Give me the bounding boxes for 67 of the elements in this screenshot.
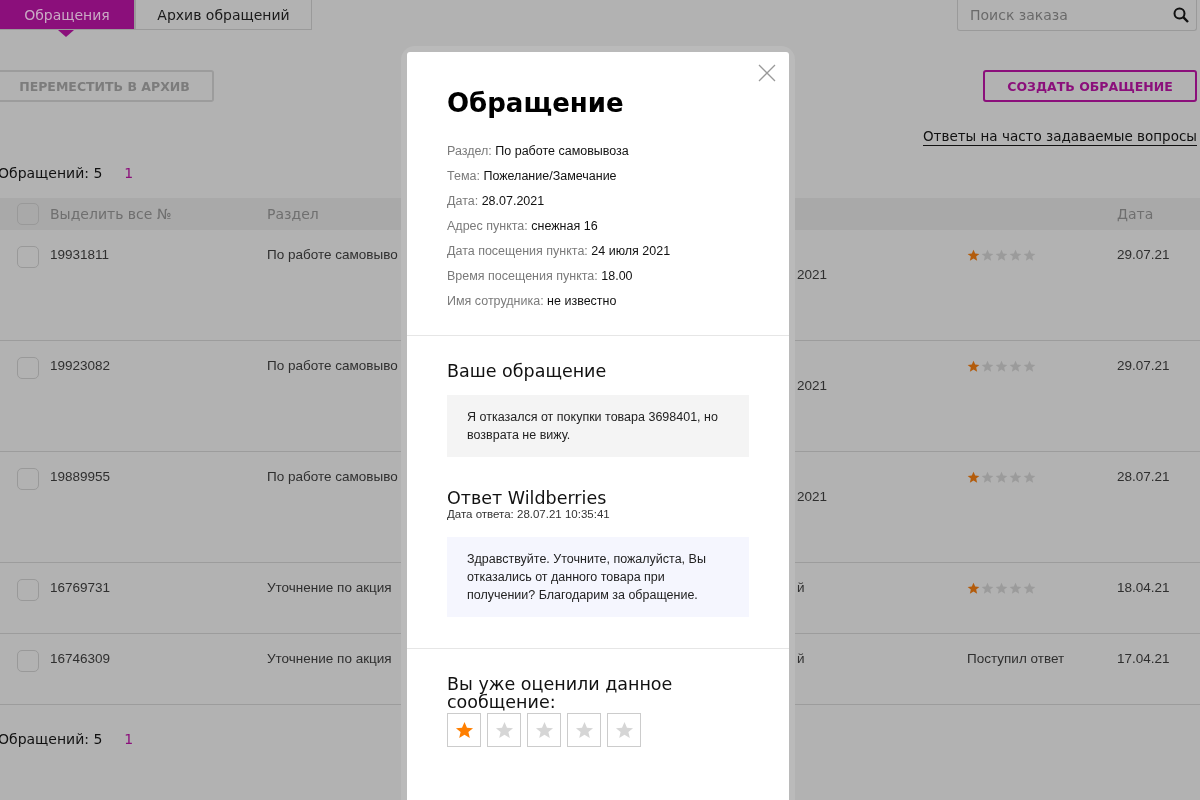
star-icon (454, 720, 474, 740)
detail-line: Тема: Пожелание/Замечание (447, 168, 618, 185)
table-cell-text: Уточнение по акция (267, 579, 393, 597)
rating-star-button[interactable] (487, 713, 521, 747)
row-checkbox[interactable] (17, 357, 39, 379)
detail-line: Раздел: По работе самовывоза (447, 143, 630, 160)
rating-star-button[interactable] (607, 713, 641, 747)
row-checkbox[interactable] (17, 468, 39, 490)
star-icon (967, 249, 980, 262)
detail-line: Время посещения пункта: 18.00 (447, 268, 634, 285)
close-icon (758, 64, 776, 82)
detail-line: Адрес пункта: снежная 16 (447, 218, 599, 235)
detail-line: Имя сотрудника: не известно (447, 293, 618, 310)
close-button[interactable] (757, 64, 777, 84)
detail-line: Дата: 28.07.2021 (447, 193, 546, 210)
tab-pointer (58, 30, 74, 37)
request-message: Я отказался от покупки товара 3698401, но возврата не вижу. (447, 395, 749, 457)
table-cell-text: 19889955 (50, 468, 112, 486)
reply-date: Дата ответа: 28.07.21 10:35:41 (447, 508, 611, 521)
column-header: Раздел (267, 206, 320, 222)
page-link[interactable]: 1 (124, 165, 134, 181)
table-cell-text: 2021 (797, 266, 829, 284)
dialog-title: Обращение (447, 87, 625, 118)
star-icon (574, 720, 594, 740)
rating-star-button[interactable] (527, 713, 561, 747)
page-link[interactable]: 1 (124, 731, 134, 747)
table-cell-text: 16769731 (50, 579, 112, 597)
table-cell-text: 19923082 (50, 357, 112, 375)
table-cell-text: 19931811 (50, 246, 111, 264)
search-icon[interactable] (1173, 7, 1189, 23)
table-cell-text: 18.04.21 (1117, 579, 1171, 597)
row-checkbox[interactable] (17, 246, 39, 268)
star-icon (534, 720, 554, 740)
faq-link[interactable]: Ответы на часто задаваемые вопросы (922, 128, 1197, 146)
table-cell: По работе самовыво (267, 357, 397, 375)
row-checkbox[interactable] (17, 579, 39, 601)
star-icon (494, 720, 514, 740)
search-field[interactable]: Поиск заказа (957, 0, 1197, 31)
row-checkbox[interactable] (17, 650, 39, 672)
table-cell-text: й (797, 579, 806, 597)
table-cell-text: 29.07.21 (1117, 357, 1171, 375)
section-heading: Ваше обращение (447, 361, 608, 381)
rating-star-button[interactable] (567, 713, 601, 747)
star-icon (614, 720, 634, 740)
select-all-label: Выделить все № (50, 206, 173, 222)
table-cell: По работе самовыво (267, 468, 397, 486)
table-cell-text: 2021 (797, 377, 829, 395)
detail-line: Дата посещения пункта: 24 июля 2021 (447, 243, 672, 260)
table-cell-text: 2021 (797, 488, 829, 506)
rating-star-button[interactable] (447, 713, 481, 747)
table-cell-text: 28.07.21 (1117, 468, 1171, 486)
table-cell-text: 17.04.21 (1117, 650, 1171, 668)
star-icon (967, 471, 980, 484)
table-cell-text: Уточнение по акция (267, 650, 393, 668)
table-cell-text: 16746309 (50, 650, 112, 668)
column-header: Дата (1117, 206, 1155, 222)
status-text: Поступил ответ (967, 650, 1066, 668)
reply-message: Здравствуйте. Уточните, пожалуйста, Вы отказались от данного товара при получении? Благодарим за обращение. (447, 537, 749, 617)
star-icon (967, 360, 980, 373)
tab[interactable]: Архив обращений (135, 0, 312, 30)
section-heading: Ответ Wildberries (447, 488, 608, 508)
table-cell: По работе самовыво (267, 246, 397, 264)
create-request-button[interactable]: СОЗДАТЬ ОБРАЩЕНИЕ (983, 70, 1197, 102)
table-cell-text: 29.07.21 (1117, 246, 1171, 264)
star-icon (967, 582, 980, 595)
table-cell-text: й (797, 650, 806, 668)
rating-prompt: Вы уже оценили данное сообщение: (447, 675, 674, 711)
